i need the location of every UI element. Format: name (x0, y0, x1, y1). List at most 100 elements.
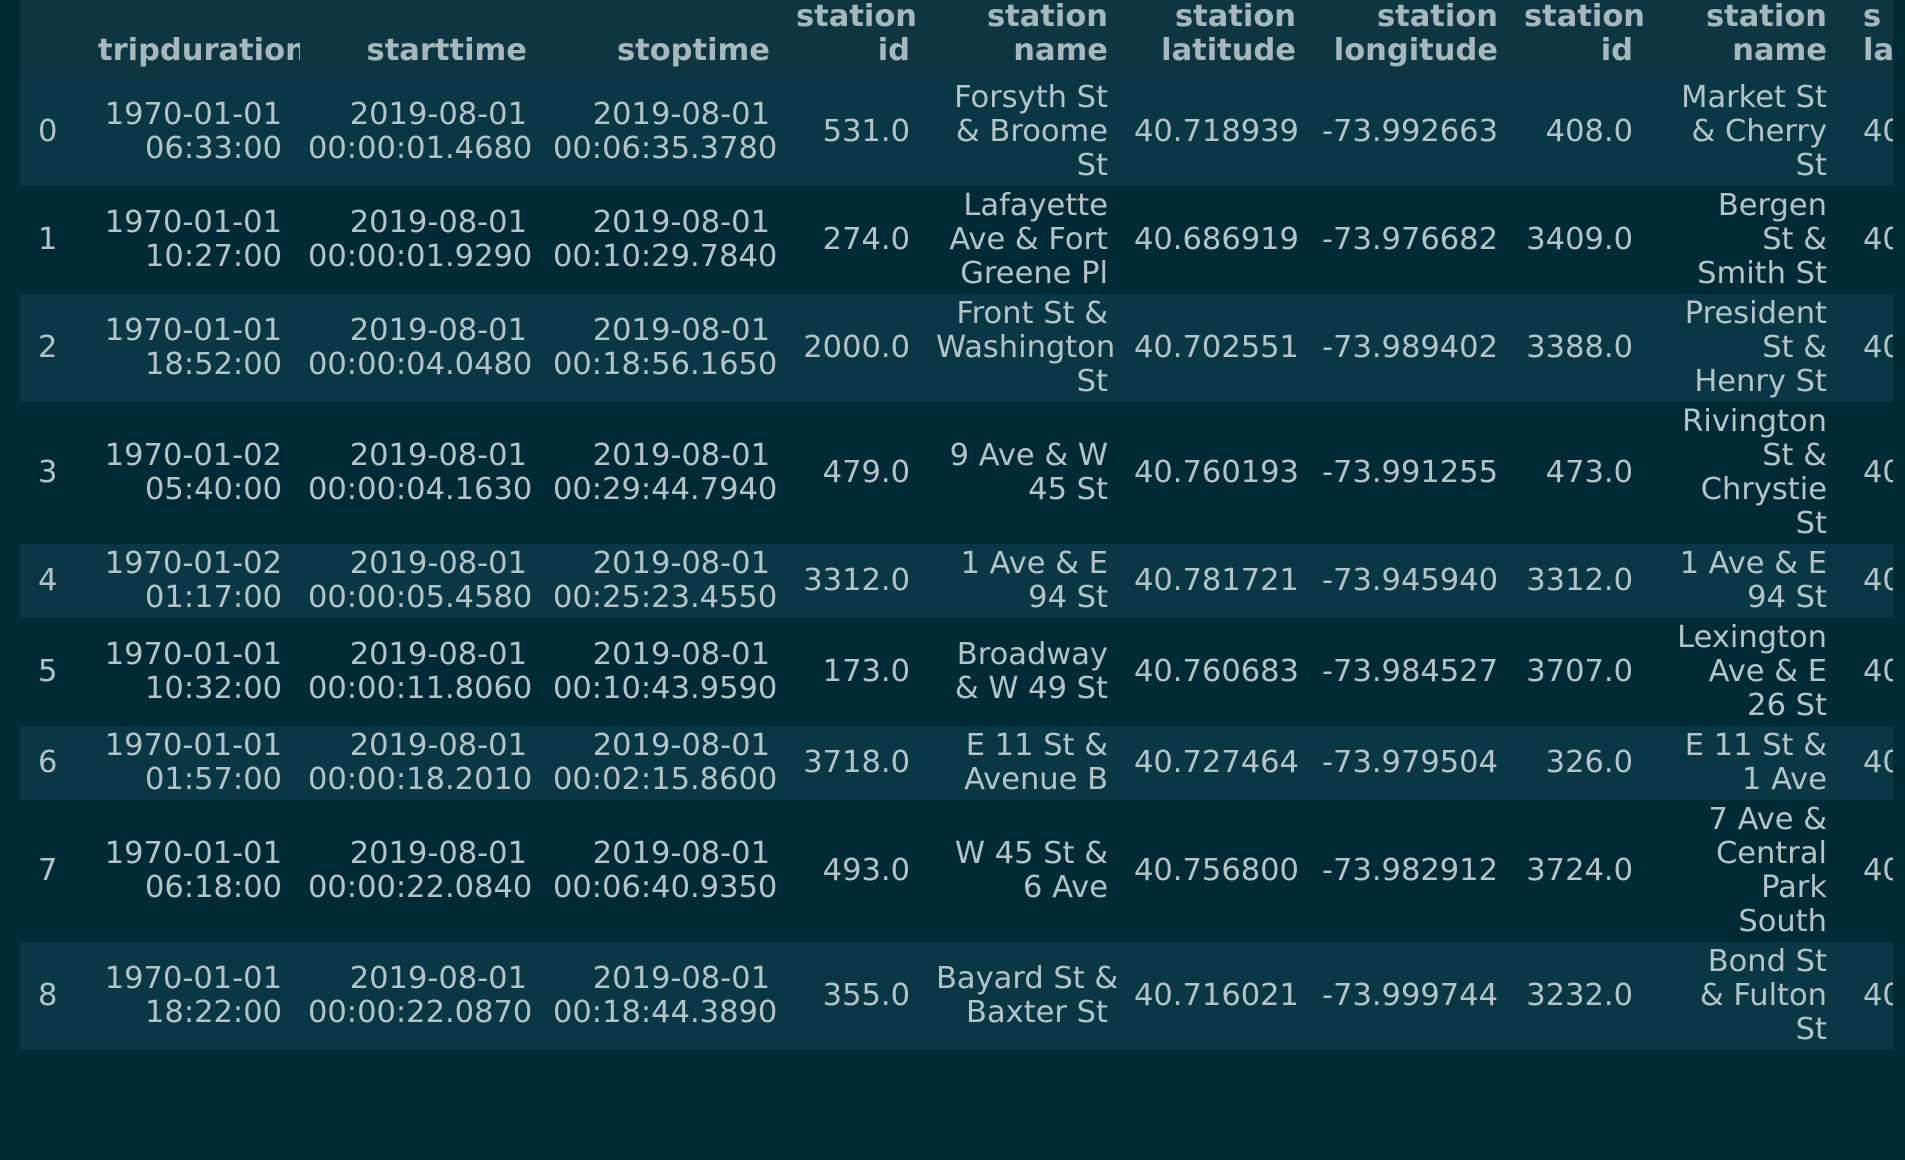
cell-end-station-name: 7 Ave & Central Park South (1651, 800, 1845, 942)
cell-end-station-latitude: 40. (1863, 455, 1893, 490)
cell-start-station-longitude: -73.999744 (1322, 978, 1498, 1013)
column-header-label: station (986, 0, 1108, 34)
cell-line: Washington (936, 330, 1116, 365)
cell-line: Rivington (1682, 404, 1827, 439)
cell-end-station-name: Market St & Cherry St (1651, 78, 1845, 186)
cell-line: 7 Ave & (1708, 802, 1827, 837)
cell-end-station-id: 3312.0 (1526, 563, 1633, 598)
column-header-label: starttime (366, 33, 527, 68)
cell-line: 06:33:00 (145, 131, 282, 166)
cell-line: 1970-01-01 (104, 97, 282, 132)
column-header-label: station (1705, 0, 1827, 34)
cell-line: Ave & E (1708, 654, 1827, 689)
cell-line: Broadway (956, 637, 1108, 672)
cell-start-station-name: Broadway & W 49 St (928, 618, 1126, 726)
cell-line: 2019-08-01 (349, 97, 527, 132)
table-row: 0 1970-01-01 06:33:00 2019-08-01 00:00:01.46… (20, 78, 1893, 186)
cell-stoptime: 2019-08-01 00:06:40.9350 (545, 800, 788, 942)
cell-line: St (1795, 148, 1827, 183)
cell-tripduration: 1970-01-01 06:18:00 (90, 800, 300, 942)
cell-start-station-longitude: -73.945940 (1322, 563, 1498, 598)
cell-line: Chrystie (1700, 472, 1827, 507)
column-header-start-station-latitude: station latitude (1126, 0, 1314, 78)
cell-line: 1970-01-02 (104, 438, 282, 473)
cell-end-station-id: 3232.0 (1526, 978, 1633, 1013)
cell-index: 3 (38, 455, 58, 490)
column-header-end-station-latitude: s la (1845, 0, 1893, 78)
cell-line: 2019-08-01 (349, 637, 527, 672)
cell-line: 2019-08-01 (592, 546, 770, 581)
cell-line: 00:25:23.4550 (553, 580, 778, 615)
column-header-label: station (1174, 0, 1296, 34)
cell-start-station-id: 173.0 (822, 654, 910, 689)
column-header-label: longitude (1333, 33, 1498, 68)
cell-line: 00:00:04.0480 (308, 347, 533, 382)
column-header-label: s (1863, 0, 1882, 34)
column-header-label: name (1732, 33, 1827, 68)
cell-start-station-latitude: 40.727464 (1134, 745, 1299, 780)
column-header-label: id (1600, 33, 1633, 68)
cell-end-station-id: 3388.0 (1526, 330, 1633, 365)
cell-line: 9 Ave & W (949, 438, 1108, 473)
column-header-label: station (796, 0, 918, 34)
cell-end-station-name: Lexington Ave & E 26 St (1651, 618, 1845, 726)
cell-starttime: 2019-08-01 00:00:22.0840 (300, 800, 545, 942)
cell-end-station-id: 3724.0 (1526, 853, 1633, 888)
cell-start-station-name: Lafayette Ave & Fort Greene Pl (928, 186, 1126, 294)
cell-line: 00:00:22.0870 (308, 995, 533, 1030)
cell-line: 1970-01-01 (104, 313, 282, 348)
column-header-label: stoptime (616, 33, 770, 68)
cell-end-station-latitude: 40.7 (1863, 853, 1893, 888)
cell-starttime: 2019-08-01 00:00:04.1630 (300, 402, 545, 544)
cell-starttime: 2019-08-01 00:00:18.2010 (300, 726, 545, 800)
cell-line: St (1795, 506, 1827, 541)
cell-line: 94 St (1028, 580, 1108, 615)
cell-end-station-name: Rivington St & Chrystie St (1651, 402, 1845, 544)
cell-end-station-name: Bond St & Fulton St (1651, 942, 1845, 1050)
cell-line: St (1076, 148, 1108, 183)
cell-line: Lexington (1677, 620, 1827, 655)
column-header-label: station (1376, 0, 1498, 34)
cell-line: 00:00:22.0840 (308, 870, 533, 905)
cell-tripduration: 1970-01-01 18:52:00 (90, 294, 300, 402)
table-row: 6 1970-01-01 01:57:00 2019-08-01 00:00:18.20… (20, 726, 1893, 800)
cell-line: 00:00:04.1630 (308, 472, 533, 507)
cell-line: 00:00:18.2010 (308, 762, 533, 797)
cell-line: & W 49 St (954, 671, 1108, 706)
column-header-start-station-name: station name (928, 0, 1126, 78)
cell-end-station-name: 1 Ave & E 94 St (1651, 544, 1845, 618)
cell-line: 18:22:00 (145, 995, 282, 1030)
cell-start-station-id: 355.0 (822, 978, 910, 1013)
cell-line: 00:29:44.7940 (553, 472, 778, 507)
cell-index: 4 (38, 563, 58, 598)
cell-line: 2019-08-01 (349, 728, 527, 763)
cell-line: Bond St (1707, 944, 1827, 979)
cell-start-station-latitude: 40.716021 (1134, 978, 1299, 1013)
cell-stoptime: 2019-08-01 00:29:44.7940 (545, 402, 788, 544)
cell-stoptime: 2019-08-01 00:25:23.4550 (545, 544, 788, 618)
table-row: 4 1970-01-02 01:17:00 2019-08-01 00:00:05.45… (20, 544, 1893, 618)
header-row: tripduration starttime stoptime station id st… (20, 0, 1893, 78)
cell-line: Henry St (1694, 364, 1827, 399)
cell-end-station-latitude: 40. (1863, 563, 1893, 598)
cell-line: E 11 St & (965, 728, 1108, 763)
cell-index: 0 (38, 114, 58, 149)
cell-line: 2019-08-01 (592, 836, 770, 871)
cell-start-station-id: 3312.0 (803, 563, 910, 598)
cell-line: 18:52:00 (145, 347, 282, 382)
cell-start-station-latitude: 40.702551 (1134, 330, 1299, 365)
column-header-label: id (877, 33, 910, 68)
cell-line: St & (1762, 438, 1827, 473)
cell-start-station-name: W 45 St & 6 Ave (928, 800, 1126, 942)
cell-start-station-longitude: -73.989402 (1322, 330, 1498, 365)
cell-end-station-latitude: 40.6 (1863, 978, 1893, 1013)
table-row: 2 1970-01-01 18:52:00 2019-08-01 00:00:04.04… (20, 294, 1893, 402)
table-row: 8 1970-01-01 18:22:00 2019-08-01 00:00:22.08… (20, 942, 1893, 1050)
cell-line: 00:06:40.9350 (553, 870, 778, 905)
cell-start-station-latitude: 40.760193 (1134, 455, 1299, 490)
cell-line: Bayard St & (936, 961, 1119, 996)
cell-tripduration: 1970-01-01 01:57:00 (90, 726, 300, 800)
cell-start-station-longitude: -73.979504 (1322, 745, 1498, 780)
cell-tripduration: 1970-01-01 06:33:00 (90, 78, 300, 186)
column-header-stoptime: stoptime (545, 0, 788, 78)
